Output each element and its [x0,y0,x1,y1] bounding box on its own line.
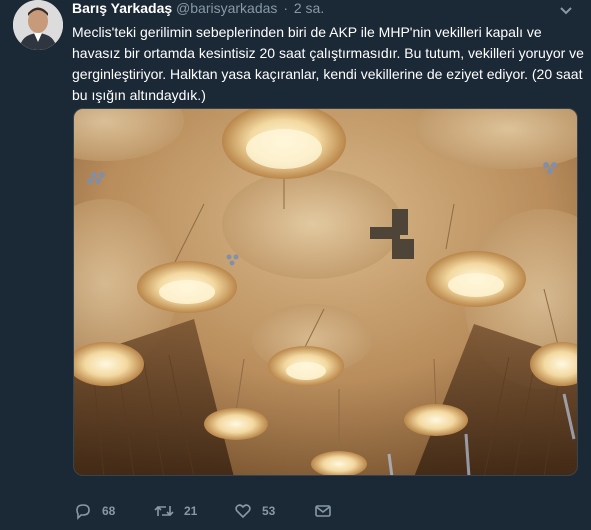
reply-count: 68 [102,504,116,518]
like-count: 53 [262,504,276,518]
tweet-photo[interactable] [73,108,578,476]
reply-button[interactable]: 68 [74,500,115,522]
reply-icon [74,502,92,520]
tweet-text-line: bu ışığın altındaydık.) [72,87,206,103]
author-handle[interactable]: @barisyarkadas [176,0,277,16]
separator-dot: · [283,0,288,16]
retweet-button[interactable]: 21 [154,500,197,522]
tweet-text: Meclis'teki gerilimin sebeplerinden biri… [72,22,584,106]
retweet-icon [154,502,174,520]
author-name[interactable]: Barış Yarkadaş [72,0,172,16]
like-button[interactable]: 53 [234,500,275,522]
tweet-text-line: gerginleştiriyor. Halktan yasa kaçıranla… [72,66,583,82]
ceiling-chandeliers-photo [74,109,577,475]
retweet-count: 21 [184,504,198,518]
direct-message-button[interactable] [314,500,332,522]
tweet-text-line: Meclis'teki gerilimin sebeplerinden biri… [72,24,542,40]
tweet-time[interactable]: 2 sa. [294,0,324,16]
envelope-icon [314,502,332,520]
heart-icon [234,502,252,520]
tweet-text-line: havasız bir ortamda kesintisiz 20 saat ç… [72,45,584,61]
tweet[interactable]: Barış Yarkadaş @barisyarkadas · 2 sa. Me… [0,0,591,530]
tweet-header: Barış Yarkadaş @barisyarkadas · 2 sa. [72,0,324,16]
tweet-actions: 68 21 53 [72,500,492,522]
avatar[interactable] [13,0,63,50]
chevron-down-icon[interactable] [558,4,574,16]
